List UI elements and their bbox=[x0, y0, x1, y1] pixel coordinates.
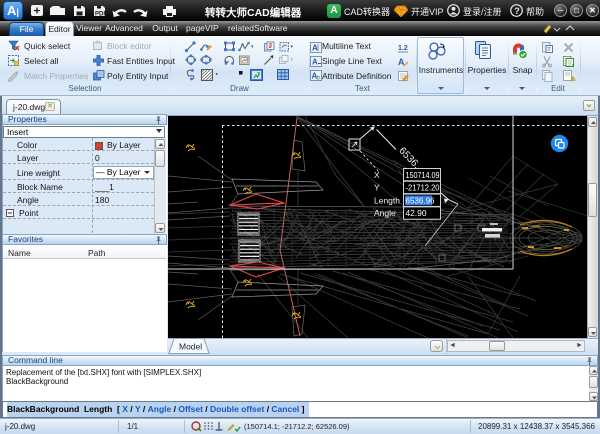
svg-text:X: X bbox=[374, 170, 380, 180]
svg-text:Model: Model bbox=[179, 342, 202, 352]
svg-text:Y: Y bbox=[374, 183, 380, 193]
svg-text:A: A bbox=[312, 44, 318, 53]
svg-text:!: ! bbox=[572, 76, 573, 81]
svg-text:Angle: Angle bbox=[374, 208, 396, 218]
svg-text:Length: Length bbox=[374, 195, 400, 205]
svg-text:6536.: 6536. bbox=[396, 145, 421, 171]
svg-text:PDF: PDF bbox=[95, 12, 107, 18]
svg-text:1.2: 1.2 bbox=[398, 45, 408, 52]
svg-text:6536.96: 6536.96 bbox=[406, 195, 435, 205]
svg-text:42.90: 42.90 bbox=[406, 208, 427, 218]
svg-text:?: ? bbox=[514, 6, 520, 16]
svg-text:A: A bbox=[312, 58, 318, 67]
svg-text:150714.09: 150714.09 bbox=[406, 170, 440, 180]
svg-text:-21712.20: -21712.20 bbox=[406, 183, 440, 193]
